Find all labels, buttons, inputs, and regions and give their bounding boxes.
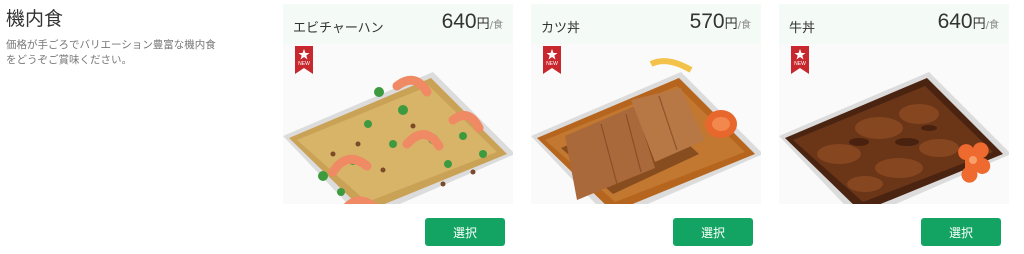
description-line-1: 価格が手ごろでバリエーション豊富な機内食 [6,39,216,51]
meal-price: 570円/食 [690,10,751,34]
new-badge-icon: NEW [791,46,809,74]
description-line-2: をどうぞご賞味ください。 [6,54,132,66]
meal-price: 640円/食 [442,10,503,34]
meal-card-gyudon: 牛丼 640円/食 NEW 選択 [779,4,1009,246]
meal-card-header: 牛丼 640円/食 [779,4,1009,44]
shrimp-fried-rice-image [283,72,513,204]
price-unit: /食 [737,20,751,31]
price-currency: 円 [476,17,490,32]
price-value: 570 [689,10,725,33]
price-currency: 円 [724,17,738,32]
meal-card-shrimp-fried-rice: エビチャーハン 640円/食 NEW 選択 [283,4,513,246]
section-intro: 機内食 価格が手ごろでバリエーション豊富な機内食 をどうぞご賞味ください。 [6,6,256,68]
meal-photo: NEW [531,44,761,204]
select-button[interactable]: 選択 [673,218,753,246]
katsudon-image [531,58,761,204]
meal-photo: NEW [283,44,513,204]
new-badge-icon: NEW [543,46,561,74]
price-unit: /食 [985,20,999,31]
meal-name: カツ丼 [541,21,581,36]
meal-card-header: カツ丼 570円/食 [531,4,761,44]
section-title: 機内食 [6,8,64,30]
meal-name: 牛丼 [789,21,816,36]
price-currency: 円 [972,17,986,32]
gyudon-image [779,72,1009,204]
badge-label: NEW [546,61,558,67]
select-button[interactable]: 選択 [921,218,1001,246]
select-button[interactable]: 選択 [425,218,505,246]
price-value: 640 [441,10,477,33]
meal-card-header: エビチャーハン 640円/食 [283,4,513,44]
meal-price: 640円/食 [938,10,999,34]
new-badge-icon: NEW [295,46,313,74]
section-description: 価格が手ごろでバリエーション豊富な機内食 をどうぞご賞味ください。 [6,38,256,68]
badge-label: NEW [298,61,310,67]
price-unit: /食 [489,20,503,31]
meal-photo: NEW [779,44,1009,204]
price-value: 640 [937,10,973,33]
meal-name: エビチャーハン [293,21,384,36]
badge-label: NEW [794,61,806,67]
meal-card-katsudon: カツ丼 570円/食 NEW 選択 [531,4,761,246]
